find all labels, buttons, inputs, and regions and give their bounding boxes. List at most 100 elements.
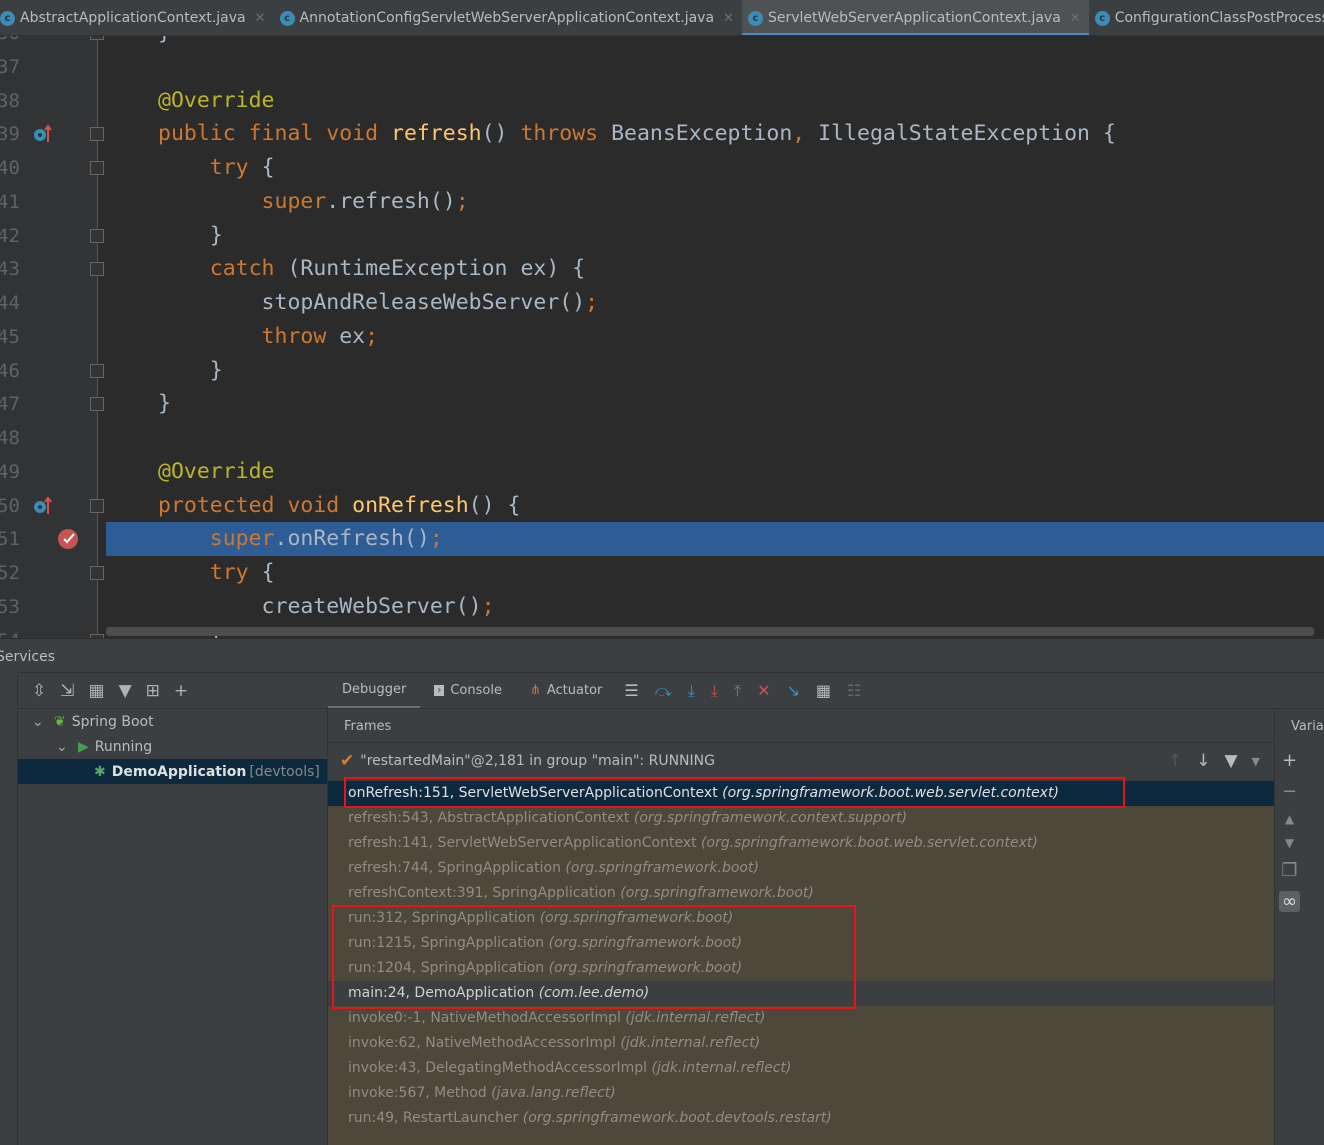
step-into-icon[interactable]: ⤓ — [688, 681, 695, 701]
code-editor[interactable]: 36373839404142434445464748495051525354 }… — [0, 36, 1324, 638]
stack-frame[interactable]: invoke:43, DelegatingMethodAccessorImpl … — [328, 1056, 1274, 1081]
code-line[interactable]: try { — [106, 556, 1324, 590]
remove-icon[interactable]: − — [1282, 781, 1297, 802]
filter-icon[interactable]: ▼ — [1224, 751, 1237, 771]
glasses-icon[interactable]: ∞ — [1279, 891, 1300, 912]
stack-frame[interactable]: refreshContext:391, SpringApplication (o… — [328, 881, 1274, 906]
copy-icon[interactable]: ❐ — [1281, 860, 1297, 881]
stack-frame[interactable]: invoke0:-1, NativeMethodAccessorImpl (jd… — [328, 1006, 1274, 1031]
run-to-cursor-icon[interactable]: ↘ — [786, 681, 799, 700]
code-line[interactable]: @Override — [106, 84, 1324, 118]
code-line[interactable] — [106, 50, 1324, 84]
code-token: ; — [481, 593, 495, 619]
code-token: (RuntimeException ex) { — [287, 256, 586, 282]
tab-actuator[interactable]: ⋔ Actuator — [516, 673, 616, 709]
arrow-up-icon[interactable]: ↑ — [1168, 751, 1182, 771]
tab-console[interactable]: › Console — [420, 673, 516, 709]
code-line[interactable]: public final void refresh() throws Beans… — [106, 117, 1324, 151]
spring-boot-icon: ❦ — [54, 713, 66, 730]
tab-1[interactable]: c AnnotationConfigServletWebServerApplica… — [274, 0, 742, 35]
up-icon[interactable]: ▲ — [1285, 812, 1294, 826]
drop-frame-icon[interactable]: ✕ — [757, 681, 770, 700]
code-line[interactable]: stopAndReleaseWebServer(); — [106, 286, 1324, 320]
fold-marker-icon[interactable] — [90, 228, 104, 243]
tree-item-label: Running — [94, 738, 153, 755]
add-icon[interactable]: + — [1282, 750, 1297, 771]
code-line[interactable]: super.onRefresh(); — [106, 522, 1324, 557]
code-token: refresh — [391, 121, 482, 147]
frame-method: refresh:141, ServletWebServerApplication… — [348, 835, 697, 851]
fold-marker-icon[interactable] — [90, 363, 104, 378]
stack-frame[interactable]: invoke:62, NativeMethodAccessorImpl (jdk… — [328, 1031, 1274, 1056]
trace-icon[interactable]: ☷ — [847, 681, 861, 700]
thread-selector[interactable]: ✔ "restartedMain"@2,181 in group "main":… — [328, 744, 1274, 778]
line-number: 45 — [0, 325, 20, 348]
code-token: public final void — [158, 121, 391, 147]
stack-frame[interactable]: refresh:744, SpringApplication (org.spri… — [328, 856, 1274, 881]
step-out-icon[interactable]: ⤒ — [734, 681, 741, 701]
tab-0[interactable]: c AbstractApplicationContext.java ✕ — [0, 0, 274, 35]
tab-debugger[interactable]: Debugger — [328, 673, 421, 709]
tab-label: AnnotationConfigServletWebServerApplicat… — [299, 10, 715, 26]
show-execution-point-icon[interactable]: ☰ — [624, 681, 638, 700]
evaluate-expression-icon[interactable]: ▦ — [816, 681, 831, 700]
breakpoint-icon[interactable] — [58, 529, 78, 550]
chevron-down-icon[interactable]: ⌄ — [32, 714, 48, 730]
group-by-icon[interactable]: ▦ — [89, 681, 105, 701]
collapse-all-icon[interactable]: ⇲ — [60, 681, 74, 701]
fold-marker-icon[interactable] — [90, 498, 104, 513]
horizontal-scrollbar[interactable] — [106, 627, 1314, 636]
override-icon[interactable] — [32, 495, 52, 516]
add-icon[interactable]: + — [174, 681, 188, 701]
code-line[interactable]: super.refresh(); — [106, 185, 1324, 219]
tree-item[interactable]: ✱ DemoApplication [devtools] — [18, 759, 327, 784]
arrow-down-icon[interactable]: ↓ — [1196, 751, 1210, 771]
code-token: onRefresh — [352, 492, 469, 518]
code-line[interactable]: throw ex; — [106, 320, 1324, 354]
chevron-down-icon[interactable]: ⌄ — [56, 739, 72, 755]
code-line[interactable] — [106, 421, 1324, 455]
close-icon[interactable]: ✕ — [255, 11, 266, 26]
code-line[interactable]: try { — [106, 151, 1324, 185]
close-icon[interactable]: ✕ — [723, 11, 734, 26]
override-icon[interactable] — [32, 124, 52, 144]
stack-frame[interactable]: run:49, RestartLauncher (org.springframe… — [328, 1106, 1274, 1131]
code-line[interactable]: protected void onRefresh() { — [106, 489, 1324, 523]
stack-frame[interactable]: invoke:567, Method (java.lang.reflect) — [328, 1081, 1274, 1106]
code-line[interactable]: } — [106, 354, 1324, 388]
close-icon[interactable]: ✕ — [1070, 11, 1081, 26]
fold-marker-icon[interactable] — [90, 36, 104, 40]
code-line[interactable]: createWebServer(); — [106, 590, 1324, 624]
tree-item[interactable]: ⌄ ❦ Spring Boot — [18, 709, 327, 734]
code-line[interactable]: } — [106, 387, 1324, 421]
chevron-down-icon[interactable]: ▼ — [1252, 755, 1260, 768]
frame-method: invoke:62, NativeMethodAccessorImpl — [348, 1035, 616, 1051]
filter-icon[interactable]: ▼ — [119, 681, 132, 701]
code-token: { — [261, 560, 275, 585]
code-token: ; — [455, 188, 469, 214]
code-line[interactable]: catch (RuntimeException ex) { — [106, 252, 1324, 286]
code-line[interactable]: @Override — [106, 455, 1324, 489]
step-over-icon[interactable]: ⤼ — [655, 681, 672, 701]
tab-2[interactable]: c ServletWebServerApplicationContext.java… — [741, 0, 1089, 35]
stack-frame[interactable]: refresh:543, AbstractApplicationContext … — [328, 806, 1274, 831]
stack-frame[interactable]: refresh:141, ServletWebServerApplication… — [328, 831, 1274, 856]
expand-all-icon[interactable]: ⇳ — [32, 681, 46, 701]
down-icon[interactable]: ▼ — [1285, 836, 1294, 850]
fold-marker-icon[interactable] — [90, 161, 104, 175]
line-number: 38 — [0, 89, 20, 112]
fold-marker-icon[interactable] — [90, 127, 104, 142]
fold-marker-icon[interactable] — [90, 397, 104, 412]
tree-item[interactable]: ⌄ ▶ Running — [18, 734, 327, 759]
tree-item-tag: [devtools] — [249, 763, 320, 780]
new-tab-icon[interactable]: ⊞ — [146, 681, 160, 701]
fold-marker-icon[interactable] — [90, 566, 104, 580]
code-line[interactable]: } — [106, 219, 1324, 253]
frame-package: (jdk.internal.reflect) — [620, 1035, 761, 1051]
tab-3[interactable]: cConfigurationClassPostProcessor.java — [1089, 0, 1324, 35]
code-line[interactable]: } — [106, 36, 1324, 50]
gutter[interactable]: 36373839404142434445464748495051525354 — [0, 36, 104, 638]
code-token: ex — [339, 323, 366, 349]
fold-marker-icon[interactable] — [90, 262, 104, 277]
force-step-into-icon[interactable]: ⤓ — [711, 681, 718, 701]
